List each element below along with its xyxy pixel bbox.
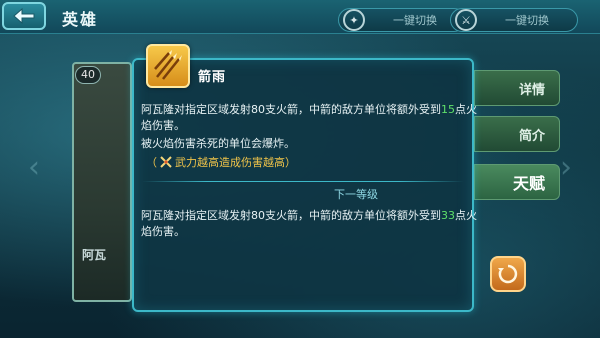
tab-details[interactable]: 详情: [474, 70, 560, 106]
prev-hero-arrow-icon[interactable]: ‹: [28, 150, 40, 185]
hint-text: 武力越高造成伤害越高: [175, 156, 285, 169]
hint-open: （: [146, 156, 157, 169]
section-divider: [142, 181, 464, 182]
crossed-swords-icon: [160, 156, 172, 168]
hint-close: ）: [285, 156, 296, 169]
arrow-rain-icon: [146, 44, 190, 88]
star-ring-icon: ✦: [343, 9, 365, 31]
skill-tooltip-popup: [132, 58, 474, 312]
tab-intro[interactable]: 简介: [474, 116, 560, 152]
next-damage-value: 33: [441, 209, 455, 222]
desc-text: 点火: [455, 209, 477, 222]
desc-text: 点火: [455, 103, 477, 116]
next-level-header: 下一等级: [0, 186, 600, 202]
damage-value: 15: [441, 103, 455, 116]
scaling-hint: （ 武力越高造成伤害越高 ）: [146, 154, 296, 170]
refresh-button[interactable]: [490, 256, 526, 292]
skill-desc-line: 被火焰伤害杀死的单位会爆炸。: [141, 137, 295, 150]
refresh-cycle-icon: [498, 264, 518, 284]
back-arrow-icon: [13, 7, 35, 25]
one-key-switch-button-1[interactable]: ✦ 一键切换: [338, 8, 466, 32]
skill-desc-line: 阿瓦隆对指定区域发射80支火箭，中箭的敌方单位将额外受到15点火: [141, 102, 477, 118]
next-desc-line: 阿瓦隆对指定区域发射80支火箭，中箭的敌方单位将额外受到33点火: [141, 208, 477, 224]
sword-ring-icon: ⚔: [455, 9, 477, 31]
next-hero-arrow-icon[interactable]: ›: [560, 150, 572, 185]
hero-name: 阿瓦: [82, 248, 107, 262]
skill-name: 箭雨: [198, 70, 227, 85]
desc-text: 阿瓦隆对指定区域发射80支火箭，中箭的敌方单位将额外受到: [141, 209, 441, 222]
page-title: 英雄: [62, 10, 99, 29]
skill-desc-line: 焰伤害。: [141, 119, 185, 132]
back-button[interactable]: [2, 2, 46, 30]
desc-text: 阿瓦隆对指定区域发射80支火箭，中箭的敌方单位将额外受到: [141, 103, 441, 116]
one-key-switch-button-2[interactable]: ⚔ 一键切换: [450, 8, 578, 32]
next-level-label: 下一等级: [334, 188, 378, 201]
hero-card[interactable]: [72, 62, 132, 302]
hero-level-badge: 40: [75, 66, 101, 84]
switch-button-label: 一键切换: [505, 14, 549, 27]
next-desc-line: 焰伤害。: [141, 225, 185, 238]
